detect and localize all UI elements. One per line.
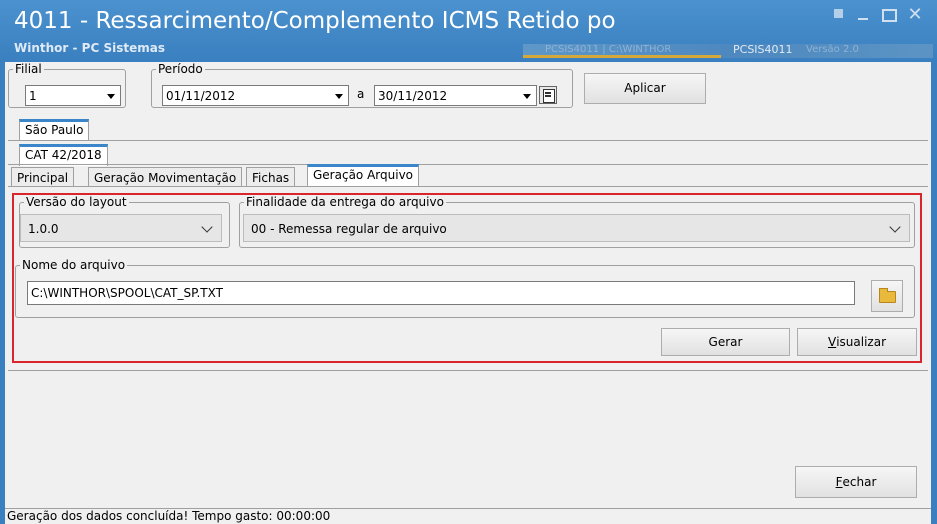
- tab-cat-42-2018[interactable]: CAT 42/2018: [19, 144, 108, 166]
- window-subtitle: Winthor - PC Sistemas: [14, 41, 165, 55]
- tab-geracao-movimentacao-label: Geração Movimentação: [94, 171, 237, 185]
- purpose-value: 00 - Remessa regular de arquivo: [251, 222, 447, 236]
- filename-value: C:\WINTHOR\SPOOL\CAT_SP.TXT: [31, 286, 223, 300]
- tab-geracao-arquivo[interactable]: Geração Arquivo: [307, 164, 420, 187]
- periodo-label: Período: [158, 62, 203, 76]
- layout-version-value: 1.0.0: [28, 222, 59, 236]
- purpose-select[interactable]: 00 - Remessa regular de arquivo: [243, 214, 910, 242]
- status-text: Geração dos dados concluída! Tempo gasto…: [7, 509, 331, 523]
- date-to-picker[interactable]: 30/11/2012: [374, 85, 537, 106]
- tab-cat-label: CAT 42/2018: [25, 148, 102, 162]
- folder-icon: [879, 288, 896, 303]
- tab-sao-paulo[interactable]: São Paulo: [19, 119, 90, 141]
- layout-version-select[interactable]: 1.0.0: [20, 214, 222, 242]
- tab-principal[interactable]: Principal: [11, 167, 75, 187]
- chevron-down-icon[interactable]: [103, 87, 119, 104]
- tab-fichas-label: Fichas: [252, 171, 290, 185]
- title-bar[interactable]: 4011 - Ressarcimento/Complemento ICMS Re…: [0, 0, 937, 62]
- status-bar: Geração dos dados concluída! Tempo gasto…: [5, 508, 931, 524]
- purpose-label: Finalidade da entrega do arquivo: [246, 195, 444, 209]
- chevron-down-icon[interactable]: [331, 87, 347, 104]
- date-separator: a: [357, 87, 365, 101]
- close-button-label: echar: [842, 475, 877, 489]
- window-title: 4011 - Ressarcimento/Complemento ICMS Re…: [14, 8, 616, 34]
- header-info-right: Versão 2.0: [806, 44, 859, 55]
- tab-sao-paulo-label: São Paulo: [25, 123, 84, 137]
- chevron-down-icon: [201, 221, 213, 233]
- date-to-value: 30/11/2012: [378, 89, 448, 103]
- generate-button-label: Gerar: [708, 335, 743, 349]
- layout-version-label: Versão do layout: [26, 195, 127, 209]
- content-divider: [8, 370, 928, 371]
- maximize-icon[interactable]: [876, 6, 900, 24]
- apply-button-label: Aplicar: [624, 81, 666, 95]
- apply-button[interactable]: Aplicar: [584, 73, 706, 104]
- tab-fichas[interactable]: Fichas: [246, 167, 296, 187]
- view-button-accesskey: V: [827, 335, 837, 349]
- minimize-icon[interactable]: [851, 6, 875, 24]
- view-button-label: isualizar: [836, 335, 887, 349]
- routine-code: PCSIS4011: [733, 43, 793, 56]
- header-accent-line: [523, 55, 721, 58]
- filial-value: 1: [29, 89, 37, 103]
- tab-geracao-movimentacao[interactable]: Geração Movimentação: [88, 167, 243, 187]
- tab-principal-label: Principal: [17, 171, 69, 185]
- tab-geracao-arquivo-label: Geração Arquivo: [313, 168, 414, 182]
- chevron-down-icon[interactable]: [519, 87, 535, 104]
- tab-row-divider: [8, 164, 928, 165]
- view-button[interactable]: Visualizar: [797, 328, 917, 356]
- restore-icon[interactable]: [828, 6, 852, 24]
- tab-row-divider: [8, 140, 928, 141]
- close-icon[interactable]: ✕: [903, 6, 927, 24]
- client-area: Filial 1 Período 01/11/2012 a 30/11/2012…: [5, 62, 931, 520]
- date-from-picker[interactable]: 01/11/2012: [162, 85, 349, 106]
- filename-label: Nome do arquivo: [22, 258, 126, 272]
- close-button[interactable]: Fechar: [795, 466, 917, 498]
- filename-input[interactable]: C:\WINTHOR\SPOOL\CAT_SP.TXT: [27, 281, 855, 305]
- calendar-icon[interactable]: [539, 86, 557, 104]
- filial-combo[interactable]: 1: [25, 85, 121, 106]
- filial-label: Filial: [15, 62, 42, 76]
- header-info-left: PCSIS4011 | C:\WINTHOR: [545, 44, 672, 55]
- close-button-accesskey: F: [835, 475, 843, 489]
- browse-folder-button[interactable]: [871, 280, 903, 312]
- generate-button[interactable]: Gerar: [661, 328, 790, 356]
- app-window: 4011 - Ressarcimento/Complemento ICMS Re…: [0, 0, 937, 524]
- chevron-down-icon: [889, 221, 901, 233]
- date-from-value: 01/11/2012: [166, 89, 236, 103]
- tab-content-top-border: [8, 186, 928, 187]
